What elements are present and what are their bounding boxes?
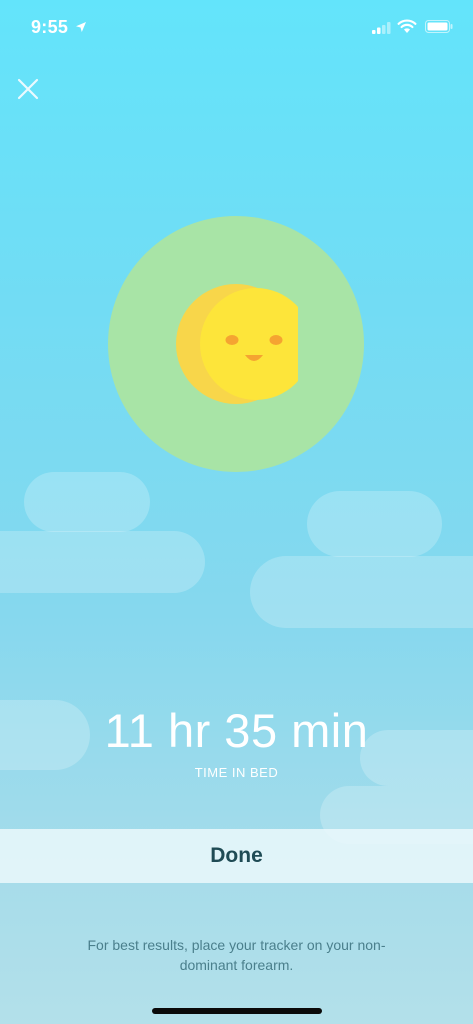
home-indicator[interactable] bbox=[152, 1008, 322, 1014]
location-arrow-icon bbox=[76, 22, 86, 32]
sleep-duration: 11 hr 35 min bbox=[104, 704, 369, 757]
done-button[interactable]: Done bbox=[0, 829, 473, 883]
sleep-quality-circle bbox=[108, 216, 364, 472]
close-icon[interactable] bbox=[14, 75, 42, 103]
status-bar: 9:55 bbox=[0, 0, 473, 56]
wifi-icon bbox=[397, 19, 417, 33]
signal-bars-icon bbox=[372, 22, 391, 34]
tracker-tip: For best results, place your tracker on … bbox=[87, 937, 386, 973]
done-button-label: Done bbox=[210, 844, 263, 867]
sleep-duration-label: TIME IN BED bbox=[194, 765, 279, 780]
battery-icon bbox=[425, 20, 453, 33]
happy-moon-icon bbox=[176, 284, 298, 404]
status-time: 9:55 bbox=[31, 17, 69, 37]
